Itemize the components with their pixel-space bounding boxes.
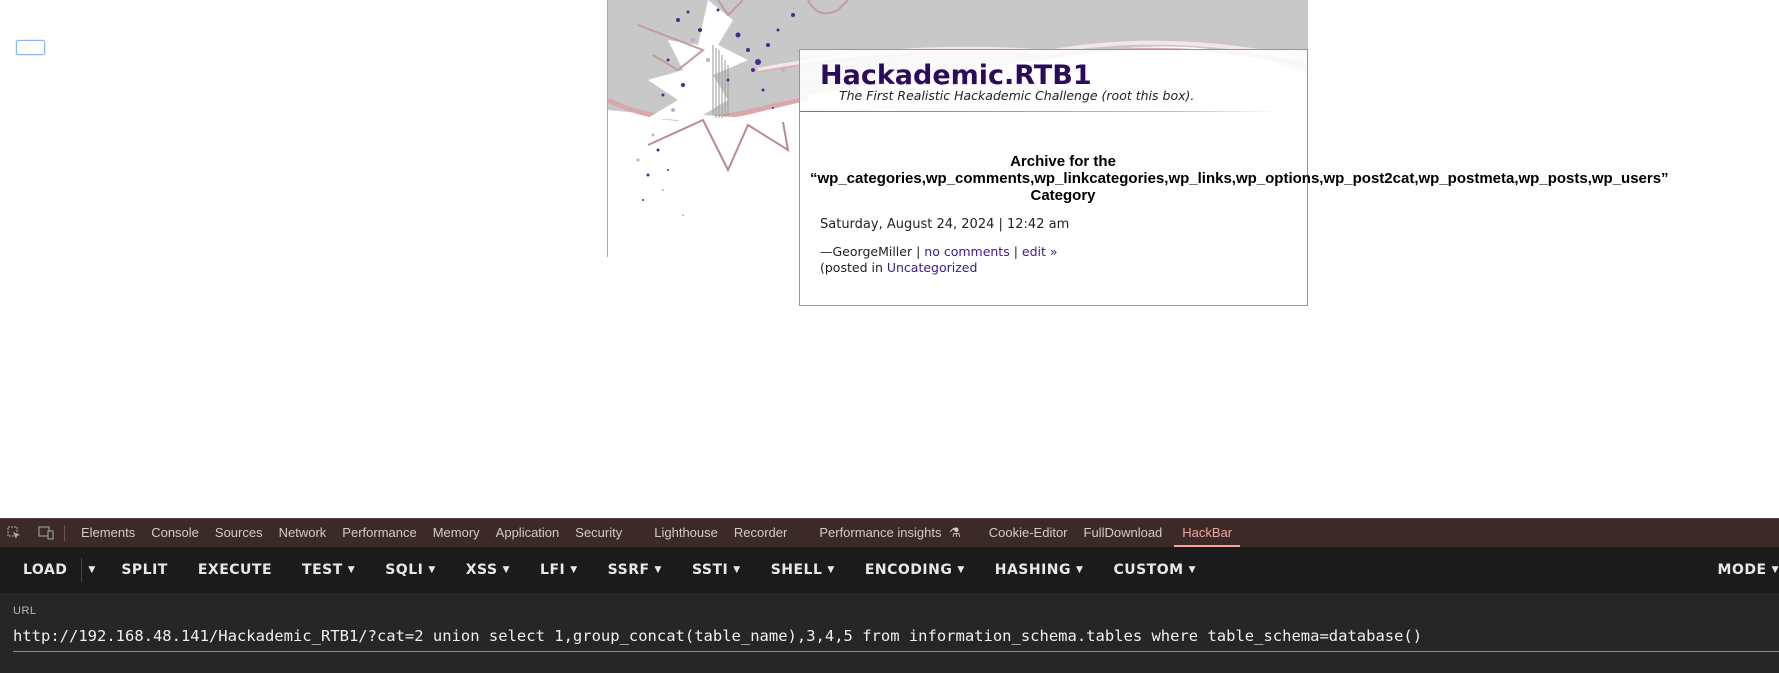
- encoding-menu[interactable]: ENCODING ▼: [850, 547, 980, 593]
- ssrf-menu[interactable]: SSRF ▼: [593, 547, 677, 593]
- tab-application[interactable]: Application: [488, 519, 568, 547]
- hashing-menu[interactable]: HASHING ▼: [980, 547, 1099, 593]
- hashing-menu-label: HASHING: [994, 562, 1072, 578]
- chevron-down-icon: ▼: [1076, 565, 1084, 575]
- archive-heading-line3: Category: [1030, 187, 1096, 204]
- chevron-down-icon: ▼: [1771, 565, 1779, 575]
- devtools-tabbar: Elements Console Sources Network Perform…: [0, 518, 1779, 547]
- tab-recorder[interactable]: Recorder: [726, 519, 795, 547]
- chevron-down-icon: ▼: [347, 565, 356, 575]
- custom-menu-label: CUSTOM: [1113, 562, 1184, 578]
- ssti-menu-label: SSTI: [691, 562, 729, 578]
- ssti-menu[interactable]: SSTI ▼: [677, 547, 756, 593]
- archive-heading-category: “wp_categories,wp_comments,wp_linkcatego…: [810, 170, 1669, 187]
- url-underline: [13, 651, 1779, 652]
- blog-tagline: The First Realistic Hackademic Challenge…: [839, 88, 1195, 103]
- hackbar-toolbar: LOAD ▼ SPLIT EXECUTE TEST ▼ SQLI ▼ XSS ▼ LF…: [0, 547, 1779, 593]
- xss-menu-label: XSS: [465, 562, 498, 578]
- url-input[interactable]: [13, 627, 1779, 645]
- archive-heading-line1: Archive for the: [1010, 153, 1116, 170]
- test-menu-label: TEST: [302, 562, 343, 578]
- tab-hackbar[interactable]: HackBar: [1174, 519, 1241, 547]
- chevron-down-icon: ▼: [1188, 565, 1196, 575]
- split-button[interactable]: SPLIT: [101, 547, 183, 593]
- meta-separator: |: [1013, 244, 1018, 259]
- tab-memory[interactable]: Memory: [425, 519, 488, 547]
- tab-console[interactable]: Console: [143, 519, 207, 547]
- xss-menu[interactable]: XSS ▼: [451, 547, 525, 593]
- ssrf-menu-label: SSRF: [607, 562, 650, 578]
- devtools-panel: Elements Console Sources Network Perform…: [0, 518, 1779, 673]
- mode-menu[interactable]: MODE ▼: [1703, 547, 1779, 593]
- chevron-down-icon: ▼: [733, 565, 741, 575]
- chevron-down-icon: ▼: [570, 565, 578, 575]
- post-category-line: (posted in Uncategorized: [820, 260, 977, 275]
- tab-lighthouse[interactable]: Lighthouse: [646, 519, 726, 547]
- tab-fulldownload[interactable]: FullDownload: [1076, 519, 1171, 547]
- lfi-menu-label: LFI: [540, 562, 566, 578]
- sqli-menu[interactable]: SQLI ▼: [370, 547, 451, 593]
- tab-cookie-editor[interactable]: Cookie-Editor: [981, 519, 1076, 547]
- header-divider: [800, 111, 1280, 112]
- load-dropdown-toggle[interactable]: ▼: [81, 558, 101, 582]
- edit-link[interactable]: edit »: [1022, 244, 1058, 259]
- chevron-down-icon: ▼: [428, 565, 436, 575]
- device-toolbar-icon[interactable]: [38, 525, 54, 541]
- test-menu[interactable]: TEST ▼: [287, 547, 370, 593]
- comments-link[interactable]: no comments: [924, 244, 1009, 259]
- sqli-menu-label: SQLI: [385, 562, 424, 578]
- category-link[interactable]: Uncategorized: [887, 260, 978, 275]
- tab-elements[interactable]: Elements: [73, 519, 143, 547]
- shell-menu-label: SHELL: [770, 562, 823, 578]
- post-date: Saturday, August 24, 2024 | 12:42 am: [820, 217, 1070, 232]
- shell-menu[interactable]: SHELL ▼: [756, 547, 850, 593]
- posted-in-label: (posted in: [820, 260, 883, 275]
- focused-input[interactable]: [16, 40, 45, 55]
- blog-title[interactable]: Hackademic.RTB1: [820, 60, 1092, 91]
- tab-divider: [64, 525, 65, 541]
- tab-security[interactable]: Security: [567, 519, 630, 547]
- post-content-box: Hackademic.RTB1 The First Realistic Hack…: [799, 49, 1669, 306]
- web-page: Hackademic.RTB1 The First Realistic Hack…: [0, 0, 1779, 518]
- url-label: URL: [13, 605, 37, 617]
- flask-icon: ⚗: [949, 525, 961, 540]
- archive-heading: Archive for the “wp_categories,wp_commen…: [810, 153, 1669, 204]
- url-section: URL: [0, 593, 1779, 673]
- mode-menu-label: MODE: [1717, 562, 1767, 578]
- post-author: —GeorgeMiller |: [820, 244, 921, 259]
- chevron-down-icon: ▼: [827, 565, 835, 575]
- tab-network[interactable]: Network: [271, 519, 335, 547]
- lfi-menu[interactable]: LFI ▼: [525, 547, 593, 593]
- custom-menu[interactable]: CUSTOM ▼: [1098, 547, 1211, 593]
- tab-performance[interactable]: Performance: [334, 519, 424, 547]
- tab-performance-insights-label: Performance insights: [819, 525, 942, 540]
- post-meta: —GeorgeMiller | no comments | edit »: [820, 244, 1058, 259]
- chevron-down-icon: ▼: [654, 565, 662, 575]
- encoding-menu-label: ENCODING: [864, 562, 953, 578]
- chevron-down-icon: ▼: [502, 565, 511, 575]
- tab-performance-insights[interactable]: Performance insights ⚗: [811, 519, 968, 547]
- tab-sources[interactable]: Sources: [207, 519, 271, 547]
- execute-button[interactable]: EXECUTE: [183, 547, 287, 593]
- inspect-element-icon[interactable]: [6, 525, 22, 541]
- load-button[interactable]: LOAD: [0, 547, 81, 593]
- chevron-down-icon: ▼: [957, 565, 965, 575]
